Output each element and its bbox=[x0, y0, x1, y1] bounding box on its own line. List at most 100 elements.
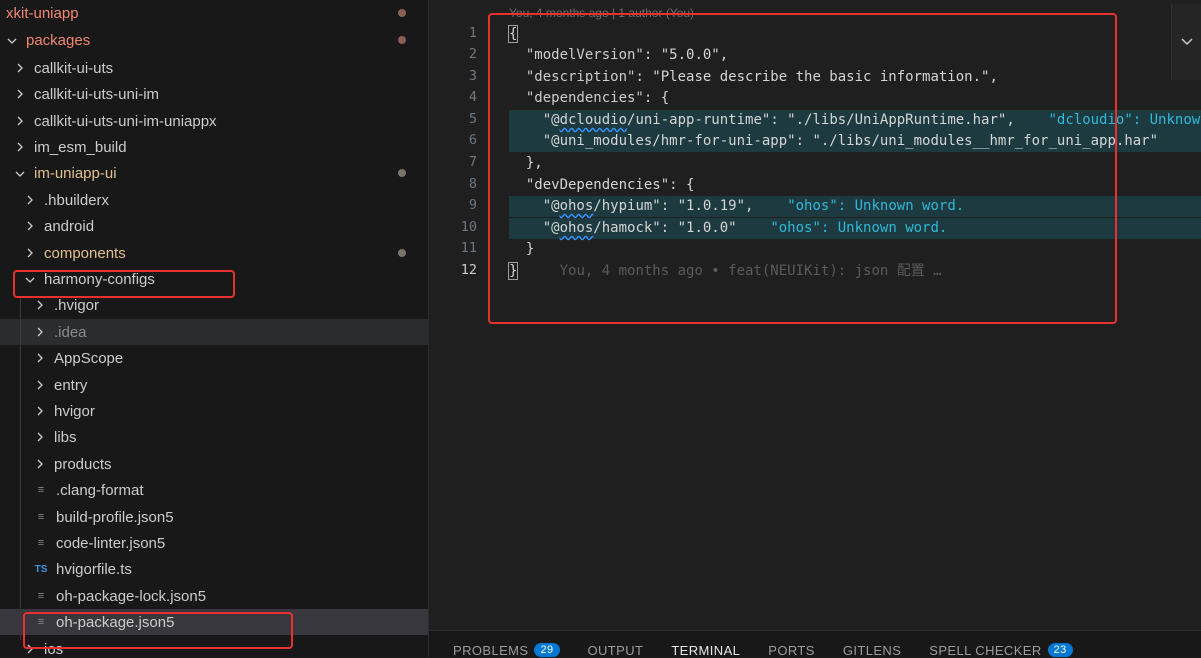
tree-item-label: android bbox=[44, 217, 95, 235]
tree-item-label: .hvigor bbox=[54, 296, 100, 314]
chevron-right-icon[interactable] bbox=[34, 457, 46, 472]
tree-item-label: AppScope bbox=[54, 349, 124, 367]
tree-item-hvigorfile-ts[interactable]: TS hvigorfile.ts bbox=[0, 556, 428, 582]
tree-item-hvigor[interactable]: hvigor bbox=[0, 398, 428, 424]
tab-terminal[interactable]: TERMINAL bbox=[671, 643, 740, 658]
line-number: 5 bbox=[468, 111, 477, 127]
tree-item-clang-format[interactable]: ≡ .clang-format bbox=[0, 477, 428, 503]
tab-label: GITLENS bbox=[842, 642, 902, 658]
line-number: 6 bbox=[468, 132, 477, 148]
chevron-down-icon[interactable] bbox=[1171, 4, 1201, 80]
tree-item-label: im-uniapp-ui bbox=[34, 164, 117, 182]
explorer-sidebar: xkit-uniapp packages callkit-ui-uts callkit… bbox=[0, 0, 429, 657]
line-number: 1 bbox=[468, 25, 477, 41]
typescript-file-icon: TS bbox=[34, 563, 48, 575]
line-number: 7 bbox=[468, 154, 477, 170]
tree-item-label: build-profile.json5 bbox=[56, 508, 174, 526]
tree-item-idea[interactable]: .idea bbox=[0, 319, 428, 345]
tree-item-xkit-uniapp[interactable]: xkit-uniapp bbox=[0, 0, 428, 26]
line-number: 2 bbox=[468, 46, 477, 62]
modified-dot-icon bbox=[398, 9, 406, 17]
tab-label: OUTPUT bbox=[587, 642, 644, 658]
chevron-right-icon[interactable] bbox=[14, 61, 26, 76]
chevron-down-icon[interactable] bbox=[14, 166, 26, 181]
tree-item-label: .idea bbox=[54, 323, 87, 341]
line-number: 4 bbox=[468, 89, 477, 105]
line-number: 12 bbox=[460, 262, 477, 278]
tree-item-build-profile-json5[interactable]: ≡ build-profile.json5 bbox=[0, 504, 428, 530]
tree-item-code-linter-json5[interactable]: ≡ code-linter.json5 bbox=[0, 530, 428, 556]
modified-dot-icon bbox=[398, 249, 406, 257]
tree-item-oh-package-lock-json5[interactable]: ≡ oh-package-lock.json5 bbox=[0, 583, 428, 609]
tree-item-label: hvigorfile.ts bbox=[56, 560, 132, 578]
tree-item-callkit-ui-uts-uni-im[interactable]: callkit-ui-uts-uni-im bbox=[0, 81, 428, 107]
tree-item-android[interactable]: android bbox=[0, 213, 428, 239]
tree-item-label: hvigor bbox=[54, 402, 95, 420]
tree-item-callkit-ui-uts[interactable]: callkit-ui-uts bbox=[0, 55, 428, 81]
tree-item-label: im_esm_build bbox=[34, 138, 127, 156]
tree-item-label: packages bbox=[26, 31, 91, 49]
chevron-right-icon[interactable] bbox=[34, 404, 46, 419]
modified-dot-icon bbox=[398, 36, 406, 44]
tree-item-im-esm-build[interactable]: im_esm_build bbox=[0, 134, 428, 160]
tab-label: SPELL CHECKER bbox=[929, 642, 1042, 658]
chevron-right-icon[interactable] bbox=[14, 140, 26, 155]
count-badge: 23 bbox=[1047, 643, 1073, 657]
tree-item-callkit-ui-uts-uni-im-uniappx[interactable]: callkit-ui-uts-uni-im-uniappx bbox=[0, 108, 428, 134]
chevron-right-icon[interactable] bbox=[34, 325, 46, 340]
annotation-box-oh-package bbox=[23, 612, 293, 649]
tree-item-products[interactable]: products bbox=[0, 451, 428, 477]
text-file-icon: ≡ bbox=[37, 537, 45, 549]
line-number: 3 bbox=[468, 68, 477, 84]
text-file-icon: ≡ bbox=[37, 511, 45, 523]
count-badge: 29 bbox=[534, 643, 560, 657]
tree-item-label: callkit-ui-uts-uni-im-uniappx bbox=[34, 112, 217, 130]
tree-item-im-uniapp-ui[interactable]: im-uniapp-ui bbox=[0, 160, 428, 186]
annotation-box-harmony-configs bbox=[13, 270, 235, 298]
chevron-down-icon[interactable] bbox=[6, 33, 18, 48]
modified-dot-icon bbox=[398, 169, 406, 177]
tree-item-libs[interactable]: libs bbox=[0, 424, 428, 450]
line-number: 9 bbox=[468, 197, 477, 213]
tree-item-label: products bbox=[54, 455, 112, 473]
indent-guide bbox=[20, 298, 21, 640]
tree-item-appscope[interactable]: AppScope bbox=[0, 345, 428, 371]
panel-tab-bar: PROBLEMS 29 OUTPUT TERMINAL PORTS GITLENS SPEL… bbox=[429, 630, 1201, 658]
tree-item-label: code-linter.json5 bbox=[56, 534, 166, 552]
tab-label: PORTS bbox=[768, 642, 815, 658]
chevron-right-icon[interactable] bbox=[14, 87, 26, 102]
tab-gitlens[interactable]: GITLENS bbox=[843, 643, 901, 658]
line-number: 11 bbox=[460, 240, 477, 256]
chevron-right-icon[interactable] bbox=[34, 430, 46, 445]
tab-problems[interactable]: PROBLEMS 29 bbox=[453, 643, 560, 658]
tree-item-packages[interactable]: packages bbox=[0, 27, 428, 53]
tab-ports[interactable]: PORTS bbox=[768, 643, 815, 658]
tree-item-label: entry bbox=[54, 376, 88, 394]
line-number: 10 bbox=[460, 219, 477, 235]
tree-item-label: components bbox=[44, 244, 126, 262]
chevron-right-icon[interactable] bbox=[34, 351, 46, 366]
annotation-box-code bbox=[488, 13, 1117, 324]
chevron-right-icon[interactable] bbox=[34, 378, 46, 393]
line-number: 8 bbox=[468, 176, 477, 192]
tree-item-label: .clang-format bbox=[56, 481, 144, 499]
tab-output[interactable]: OUTPUT bbox=[588, 643, 644, 658]
tree-item-hbuilderx[interactable]: .hbuilderx bbox=[0, 187, 428, 213]
chevron-right-icon[interactable] bbox=[24, 219, 36, 234]
chevron-right-icon[interactable] bbox=[14, 114, 26, 129]
tree-item-entry[interactable]: entry bbox=[0, 372, 428, 398]
tree-item-components[interactable]: components bbox=[0, 240, 428, 266]
tab-spell-checker[interactable]: SPELL CHECKER 23 bbox=[929, 642, 1073, 658]
tree-item-label: oh-package-lock.json5 bbox=[56, 587, 207, 605]
chevron-right-icon[interactable] bbox=[24, 193, 36, 208]
chevron-right-icon[interactable] bbox=[34, 298, 46, 313]
tree-item-label: libs bbox=[54, 428, 77, 446]
chevron-right-icon[interactable] bbox=[24, 246, 36, 261]
tree-item-label: .hbuilderx bbox=[44, 191, 110, 209]
text-file-icon: ≡ bbox=[37, 590, 45, 602]
tab-label: PROBLEMS bbox=[453, 642, 529, 658]
text-file-icon: ≡ bbox=[37, 484, 45, 496]
tree-item-label: callkit-ui-uts-uni-im bbox=[34, 85, 160, 103]
tab-label: TERMINAL bbox=[671, 642, 741, 658]
code-editor[interactable]: You, 4 months ago | 1 author (You) 12345… bbox=[429, 0, 1201, 630]
